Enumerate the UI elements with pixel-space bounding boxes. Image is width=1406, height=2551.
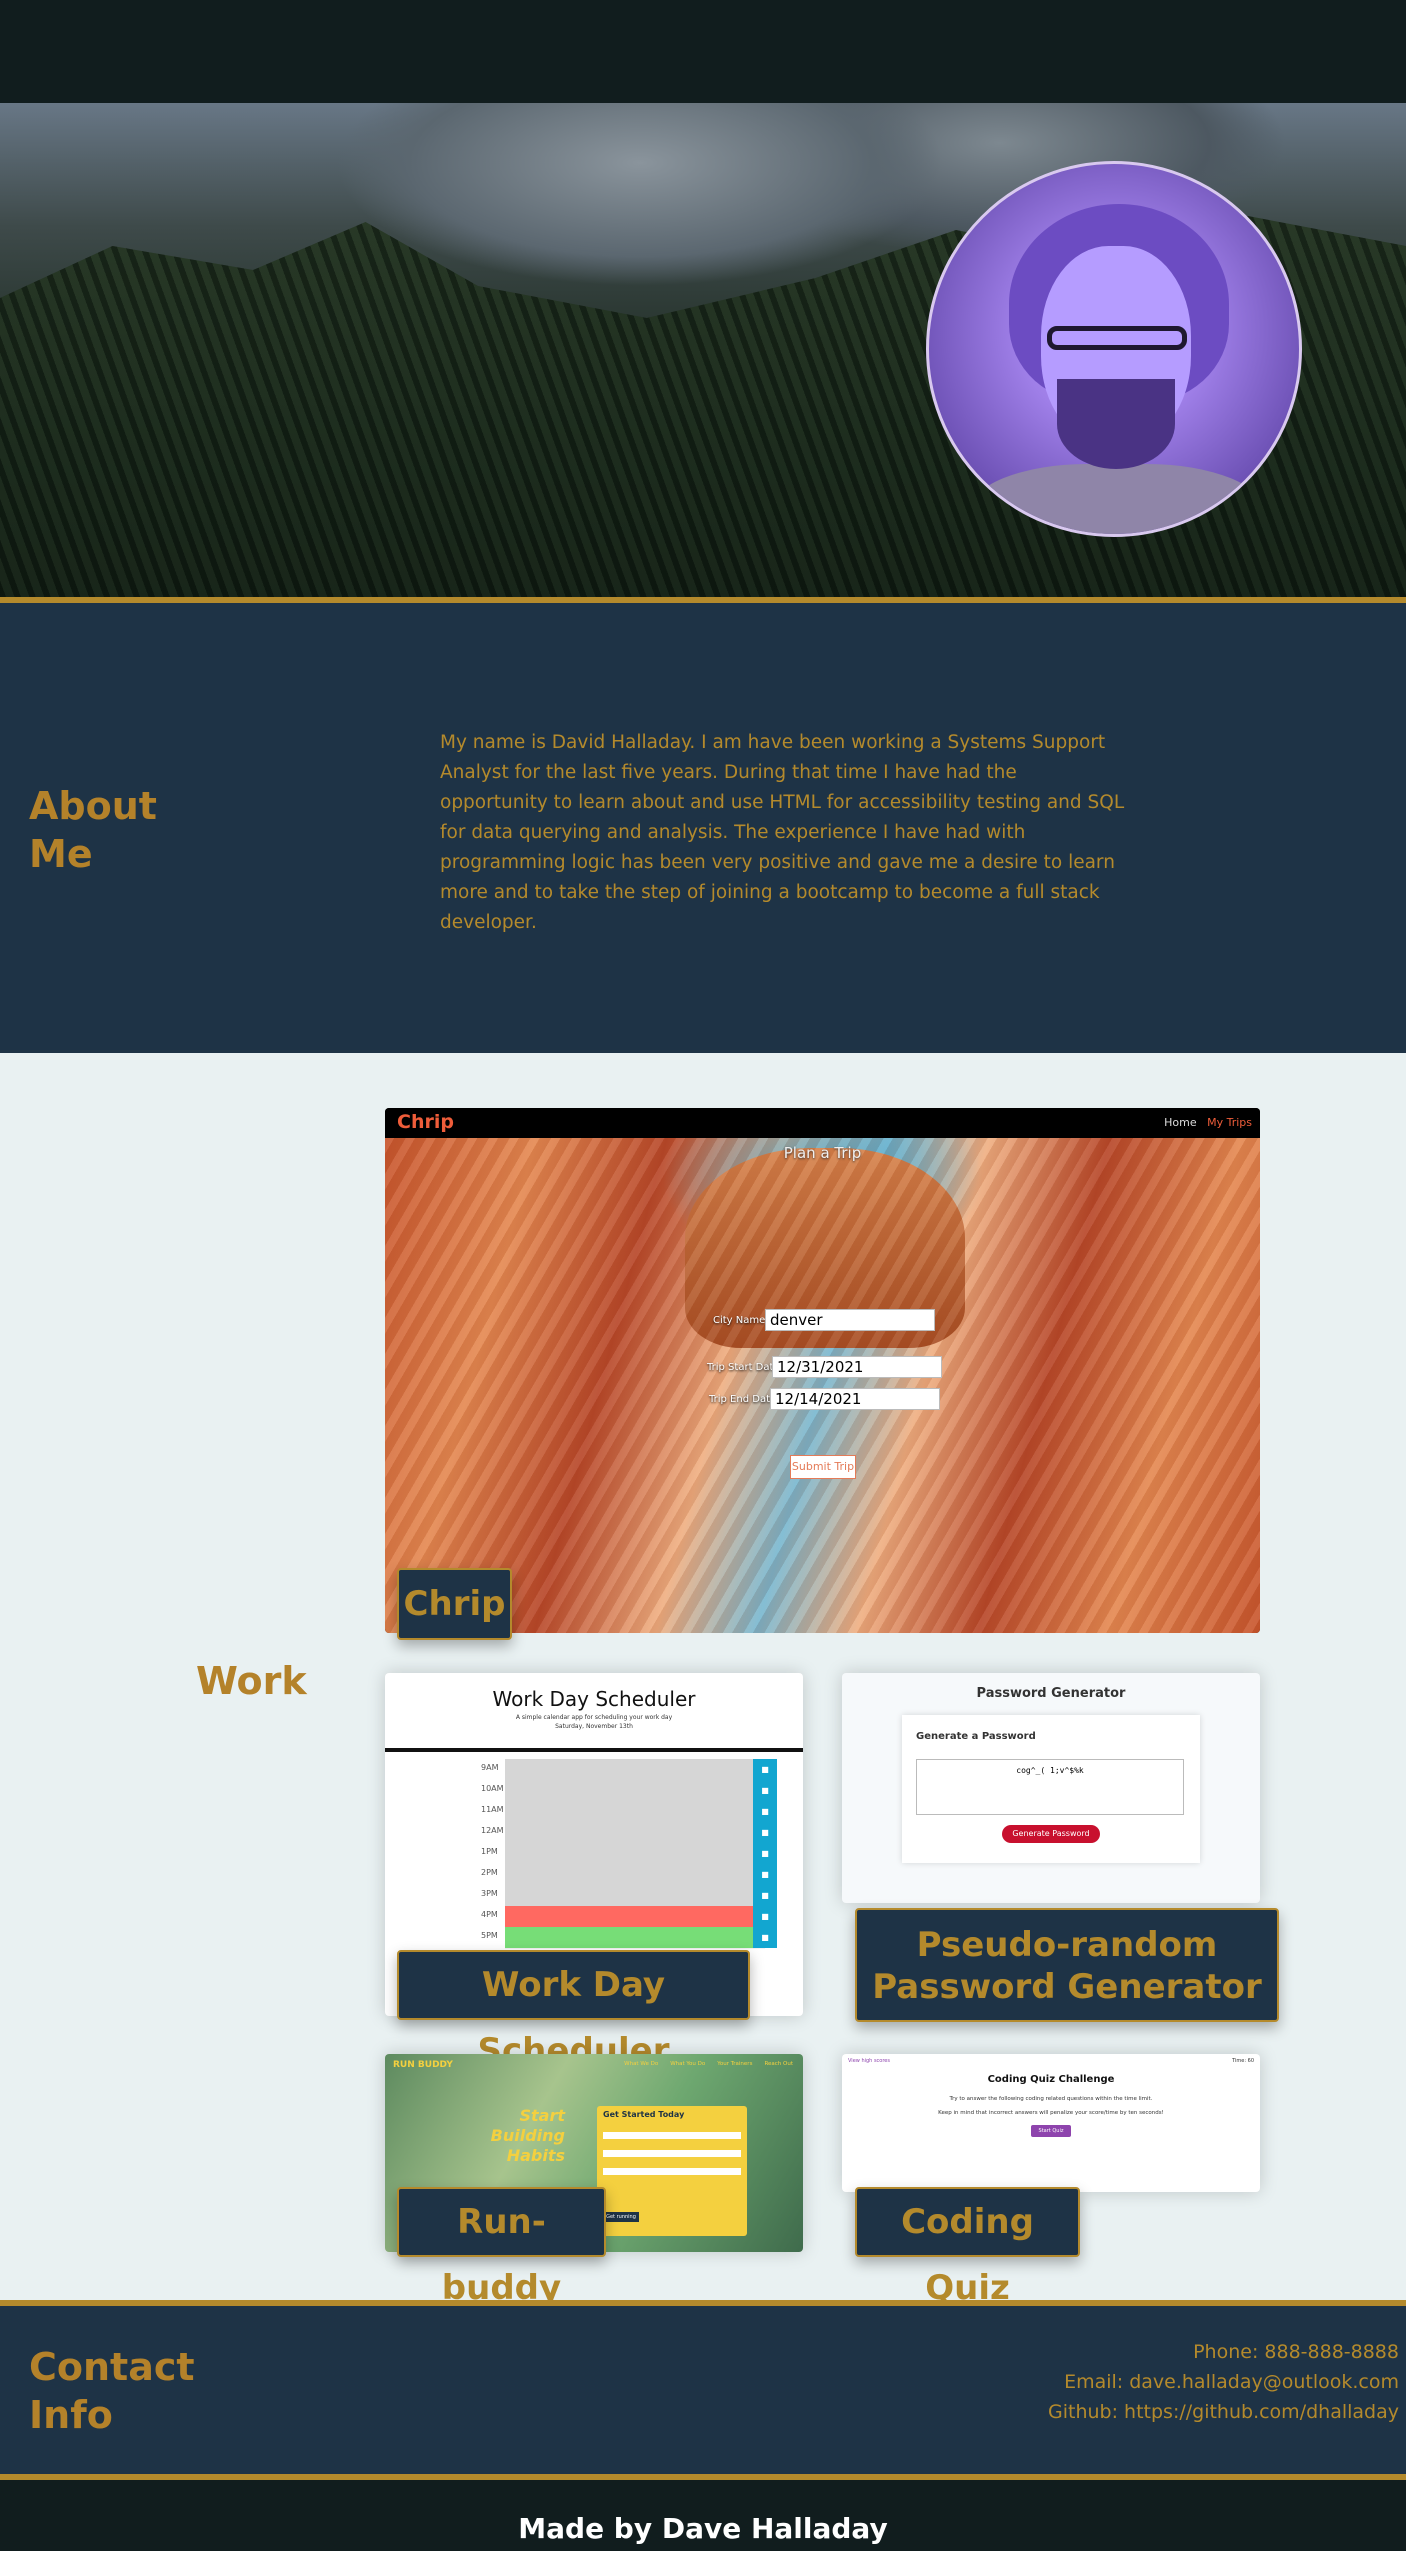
scheduler-date: Saturday, November 13th <box>555 1723 633 1730</box>
runbuddy-logo: RUN BUDDY <box>393 2060 453 2070</box>
chrip-city-label: City Name <box>713 1315 766 1326</box>
about-text: My name is David Halladay. I am have bee… <box>440 732 1125 933</box>
password-title: Password Generator <box>976 1686 1126 1701</box>
scheduler-hour-label: 3PM <box>481 1889 498 1898</box>
chrip-city-input: denver <box>765 1309 935 1331</box>
runbuddy-nav-item: Your Trainers <box>717 2061 753 2067</box>
project-label-runbuddy[interactable]: Run-buddy <box>397 2187 606 2308</box>
chrip-end-label: Trip End Date <box>709 1394 777 1405</box>
runbuddy-nav-item: Reach Out <box>764 2061 793 2067</box>
contact-github[interactable]: Github: https://github.com/dhalladay <box>1048 2397 1399 2427</box>
save-icon: ■ <box>753 1927 777 1948</box>
footer: Made by Dave Halladay <box>0 2480 1406 2551</box>
scheduler-hour-label: 11AM <box>481 1805 504 1814</box>
project-card-quiz[interactable]: View high scores Time: 60 Coding Quiz Ch… <box>842 2054 1260 2192</box>
work-title: Work <box>196 1659 307 1703</box>
project-label-chrip[interactable]: Chrip <box>397 1568 512 1640</box>
runbuddy-hero-text: Start Building Habits <box>490 2106 565 2165</box>
password-card-title: Generate a Password <box>916 1731 1036 1742</box>
contact-phone: Phone: 888-888-8888 <box>1193 2341 1399 2363</box>
chrip-start-input: 12/31/2021 <box>772 1356 942 1378</box>
quiz-start-button: Start Quiz <box>1031 2125 1071 2137</box>
project-label-password[interactable]: Pseudo-random Password Generator <box>855 1908 1279 2022</box>
scheduler-hour-label: 10AM <box>481 1784 504 1793</box>
save-icon: ■ <box>753 1822 777 1843</box>
runbuddy-form: Get Started Today Get running <box>597 2106 747 2236</box>
runbuddy-nav-item: What You Do <box>670 2061 706 2067</box>
scheduler-row: 11AM ■ <box>481 1801 777 1823</box>
scheduler-row: 3PM ■ <box>481 1885 777 1907</box>
chrip-logo: Chrip <box>397 1111 454 1133</box>
chrip-navbar: Chrip Home My Trips <box>385 1108 1260 1138</box>
scheduler-row: 1PM ■ <box>481 1843 777 1865</box>
scheduler-hour-label: 1PM <box>481 1847 498 1856</box>
runbuddy-nav: What We Do What You Do Your Trainers Reach … <box>612 2061 793 2067</box>
save-icon: ■ <box>753 1885 777 1906</box>
save-icon: ■ <box>753 1801 777 1822</box>
scheduler-row: 10AM ■ <box>481 1780 777 1802</box>
runbuddy-nav-item: What We Do <box>624 2061 659 2067</box>
scheduler-row: 9AM ■ <box>481 1759 777 1781</box>
chrip-start-label: Trip Start Date <box>707 1362 780 1373</box>
save-icon: ■ <box>753 1864 777 1885</box>
scheduler-hour-label: 12AM <box>481 1826 504 1835</box>
project-label-scheduler[interactable]: Work Day Scheduler <box>397 1950 750 2071</box>
quiz-title: Coding Quiz Challenge <box>987 2074 1115 2085</box>
project-label-quiz[interactable]: Coding Quiz <box>855 2187 1080 2308</box>
footer-text: Made by Dave Halladay <box>518 2512 888 2545</box>
scheduler-hour-label: 4PM <box>481 1910 498 1919</box>
password-output: cog^_( 1;v^$%k <box>916 1759 1184 1815</box>
chrip-trips-link: My Trips <box>1207 1116 1252 1129</box>
avatar <box>926 161 1302 537</box>
scheduler-row: 4PM ■ <box>481 1906 777 1928</box>
scheduler-hour-label: 5PM <box>481 1931 498 1940</box>
about-title: About Me <box>29 784 157 876</box>
chrip-heading: Plan a Trip <box>783 1144 862 1162</box>
contact-email[interactable]: Email: dave.halladay@outlook.com <box>1048 2367 1399 2397</box>
save-icon: ■ <box>753 1906 777 1927</box>
top-bar <box>0 0 1406 103</box>
chrip-submit-button: Submit Trip <box>790 1455 856 1479</box>
scheduler-row: 5PM ■ <box>481 1927 777 1949</box>
scheduler-row: 2PM ■ <box>481 1864 777 1886</box>
save-icon: ■ <box>753 1843 777 1864</box>
save-icon: ■ <box>753 1780 777 1801</box>
chrip-home-link: Home <box>1164 1116 1197 1129</box>
password-panel: Generate a Password cog^_( 1;v^$%k Gener… <box>902 1715 1200 1863</box>
scheduler-title: Work Day Scheduler <box>492 1687 696 1711</box>
project-card-chrip[interactable]: Chrip Home My Trips Plan a Trip City Nam… <box>385 1108 1260 1633</box>
contact-details: Phone: 888-888-8888 Email: dave.halladay… <box>1048 2337 1399 2427</box>
scheduler-hour-label: 9AM <box>481 1763 499 1772</box>
contact-title: Contact Info <box>29 2345 195 2437</box>
chrip-end-input: 12/14/2021 <box>770 1388 940 1410</box>
project-card-password[interactable]: Password Generator Generate a Password c… <box>842 1673 1260 1903</box>
scheduler-hour-label: 2PM <box>481 1868 498 1877</box>
scheduler-subtitle: A simple calendar app for scheduling you… <box>515 1714 673 1721</box>
save-icon: ■ <box>753 1759 777 1780</box>
canyon-image <box>385 1138 1260 1633</box>
scheduler-row: 12AM ■ <box>481 1822 777 1844</box>
password-generate-button: Generate Password <box>1002 1825 1100 1843</box>
